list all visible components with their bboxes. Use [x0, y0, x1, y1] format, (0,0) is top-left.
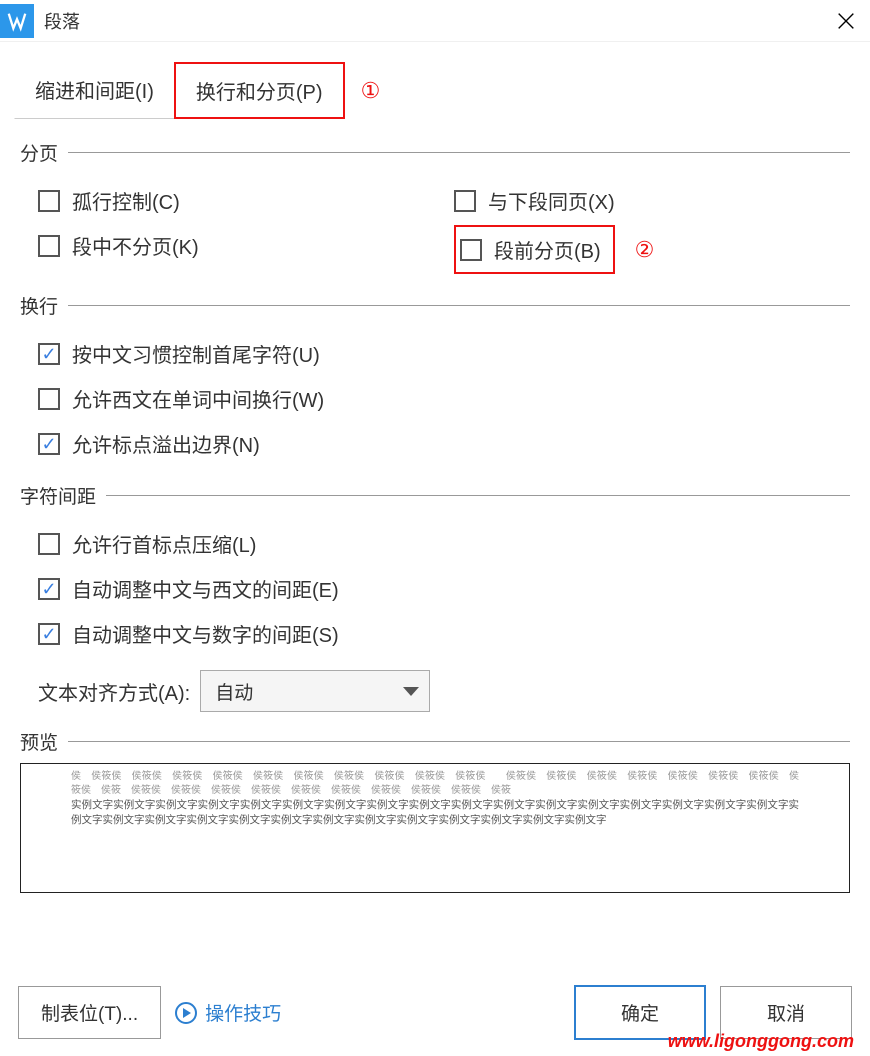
chevron-down-icon — [403, 687, 419, 696]
checkbox-punctuation-overflow[interactable]: 允许标点溢出边界(N) — [38, 421, 850, 466]
checkbox-icon — [454, 190, 476, 212]
tips-link[interactable]: 操作技巧 — [175, 999, 281, 1026]
checkbox-label: 与下段同页(X) — [488, 186, 615, 215]
select-value: 自动 — [215, 678, 253, 705]
checkbox-icon — [38, 343, 60, 365]
checkbox-adjust-cjk-latin[interactable]: 自动调整中文与西文的间距(E) — [38, 566, 850, 611]
checkbox-keep-with-next[interactable]: 与下段同页(X) — [454, 178, 850, 223]
checkbox-compress-punct[interactable]: 允许行首标点压缩(L) — [38, 521, 850, 566]
section-label: 换行 — [20, 292, 58, 319]
divider — [106, 495, 850, 496]
section-label: 字符间距 — [20, 482, 96, 509]
text-align-select[interactable]: 自动 — [200, 670, 430, 712]
tab-bar: 缩进和间距(I) 换行和分页(P) ① — [0, 42, 870, 119]
preview-text-sample: 实例文字实例文字实例文字实例文字实例文字实例文字实例文字实例文字实例文字实例文字… — [71, 798, 799, 827]
checkbox-chinese-rules[interactable]: 按中文习惯控制首尾字符(U) — [38, 331, 850, 376]
section-pagination: 分页 — [20, 139, 850, 166]
text-align-label: 文本对齐方式(A): — [38, 677, 190, 706]
checkbox-icon — [38, 533, 60, 555]
annotation-marker-2: ② — [635, 237, 655, 263]
checkbox-icon — [460, 239, 482, 261]
app-icon — [0, 4, 34, 38]
tips-label: 操作技巧 — [205, 999, 281, 1026]
checkbox-icon — [38, 388, 60, 410]
preview-panel: 侯 侯筱侯 侯筱侯 侯筱侯 侯筱侯 侯筱侯 侯筱侯 侯筱侯 侯筱侯 侯筱侯 侯筱… — [20, 763, 850, 893]
checkbox-icon — [38, 578, 60, 600]
preview-text-before: 侯 侯筱侯 侯筱侯 侯筱侯 侯筱侯 侯筱侯 侯筱侯 侯筱侯 侯筱侯 侯筱侯 侯筱… — [71, 770, 799, 798]
annotation-marker-1: ① — [361, 78, 381, 104]
checkbox-label: 允许标点溢出边界(N) — [72, 429, 260, 458]
checkbox-icon — [38, 235, 60, 257]
section-char-spacing: 字符间距 — [20, 482, 850, 509]
section-label: 预览 — [20, 728, 58, 755]
checkbox-label: 段前分页(B) — [494, 235, 601, 264]
dialog-content: 分页 孤行控制(C) 与下段同页(X) 段中不分页(K) — [0, 119, 870, 903]
divider — [68, 741, 850, 742]
checkbox-label: 段中不分页(K) — [72, 231, 199, 260]
checkbox-label: 允许行首标点压缩(L) — [72, 529, 256, 558]
play-icon — [175, 1002, 197, 1024]
checkbox-page-break-before[interactable]: 段前分页(B) — [460, 233, 601, 266]
section-label: 分页 — [20, 139, 58, 166]
tab-indent-spacing[interactable]: 缩进和间距(I) — [14, 62, 174, 119]
close-button[interactable] — [834, 9, 858, 33]
checkbox-adjust-cjk-number[interactable]: 自动调整中文与数字的间距(S) — [38, 611, 850, 656]
text-align-row: 文本对齐方式(A): 自动 — [20, 660, 850, 716]
checkbox-label: 自动调整中文与数字的间距(S) — [72, 619, 339, 648]
checkbox-label: 按中文习惯控制首尾字符(U) — [72, 339, 320, 368]
divider — [68, 152, 850, 153]
checkbox-allow-latin-wrap[interactable]: 允许西文在单词中间换行(W) — [38, 376, 850, 421]
checkbox-label: 自动调整中文与西文的间距(E) — [72, 574, 339, 603]
section-preview: 预览 — [20, 728, 850, 755]
checkbox-icon — [38, 190, 60, 212]
checkbox-icon — [38, 433, 60, 455]
window-title: 段落 — [44, 8, 834, 34]
checkbox-widow-control[interactable]: 孤行控制(C) — [38, 178, 434, 223]
tab-line-page-breaks[interactable]: 换行和分页(P) — [174, 62, 345, 119]
checkbox-keep-lines-together[interactable]: 段中不分页(K) — [38, 223, 434, 268]
tabs-button[interactable]: 制表位(T)... — [18, 986, 161, 1039]
checkbox-label: 孤行控制(C) — [72, 186, 180, 215]
divider — [68, 305, 850, 306]
watermark: www.ligonggong.com — [668, 1031, 854, 1052]
checkbox-icon — [38, 623, 60, 645]
titlebar: 段落 — [0, 0, 870, 42]
checkbox-label: 允许西文在单词中间换行(W) — [72, 384, 324, 413]
section-linebreak: 换行 — [20, 292, 850, 319]
highlight-box: 段前分页(B) — [454, 225, 615, 274]
